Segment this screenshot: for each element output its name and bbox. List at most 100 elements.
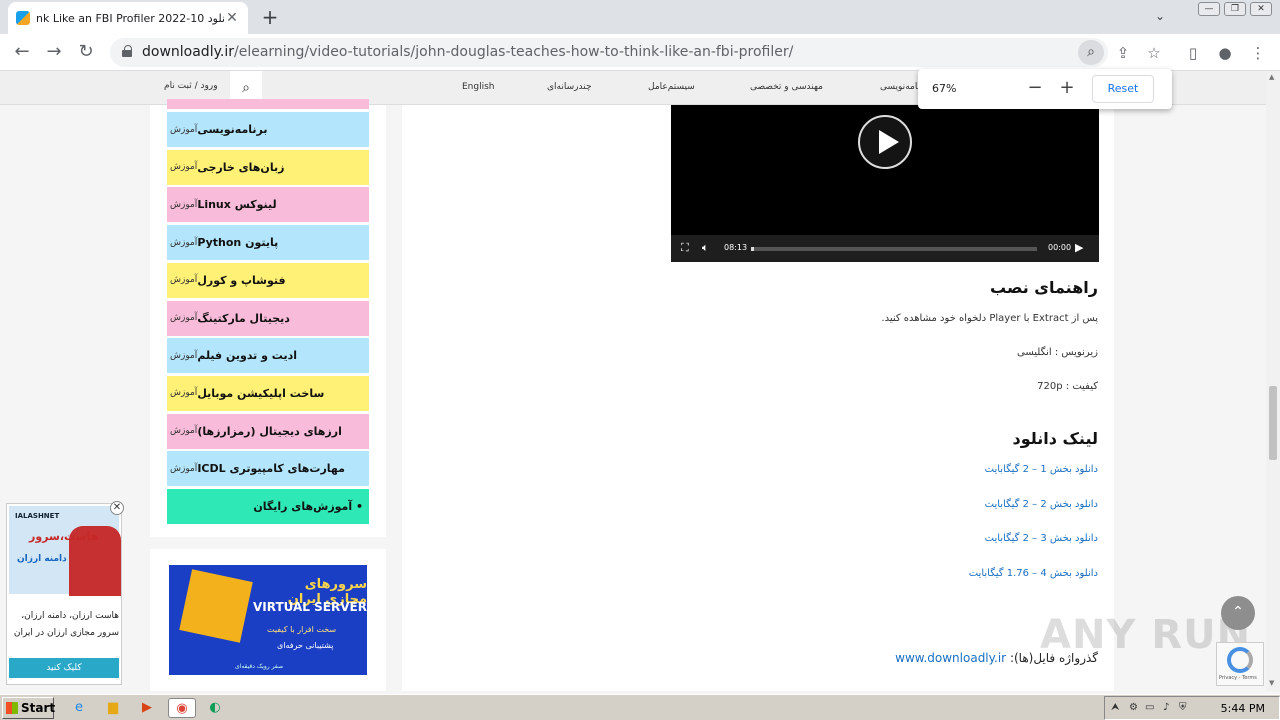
zoom-magnifier-icon[interactable]: ⌕ [1078, 40, 1104, 65]
web-page: ورود / ثبت نام ⌕ English چندرسانه‌ای سیس… [0, 71, 1266, 691]
video-progress-bar[interactable] [751, 247, 1037, 251]
edge-icon[interactable]: ◐ [204, 698, 226, 718]
zoom-reset-button[interactable]: Reset [1092, 75, 1154, 103]
quality-info: کیفیت : 720p [1037, 381, 1098, 392]
address-bar[interactable]: downloadly.ir/elearning/video-tutorials/… [110, 38, 1108, 67]
category-prefix: آموزش [170, 313, 198, 323]
ad-description: هاست ارزان، دامنه ارزان، سرور مجازی ارزا… [13, 611, 119, 638]
category-item[interactable]: آموزش ارزهای دیجیتال (رمزارزها) [167, 413, 369, 449]
tray-network-icon[interactable]: ⚙ [1129, 702, 1138, 713]
download-link-1[interactable]: دانلود بخش 1 – 2 گیگابایت [985, 464, 1098, 475]
category-item[interactable]: آموزش فتوشاپ و کورل [167, 262, 369, 298]
category-item[interactable]: آموزش ساخت اپلیکیشن موبایل [167, 375, 369, 411]
download-link-4[interactable]: دانلود بخش 4 – 1.76 گیگابایت [969, 568, 1098, 579]
category-item[interactable]: آموزش مهارت‌های کامپیوتری ICDL [167, 451, 369, 487]
zoom-in-button[interactable]: + [1054, 76, 1080, 102]
share-icon[interactable]: ⇪ [1112, 42, 1134, 64]
browser-menu-icon[interactable]: ⋮ [1247, 42, 1269, 64]
free-courses-link[interactable]: • آموزش‌های رایگان [167, 489, 369, 524]
recaptcha-terms[interactable]: Privacy - Terms [1219, 675, 1257, 681]
tray-security-icon[interactable]: ⛨ [1179, 702, 1187, 713]
ad-sidebar-box: سرورهای مجازی ایران VIRTUAL SERVER سخت ا… [150, 549, 386, 691]
restore-button[interactable]: ❐ [1224, 2, 1246, 16]
login-register-link[interactable]: ورود / ثبت نام [164, 81, 218, 91]
start-button[interactable]: Start [2, 697, 55, 719]
chrome-icon[interactable]: ◉ [168, 698, 196, 718]
scroll-thumb[interactable] [1269, 386, 1277, 460]
zoom-popup: 67% − + Reset [918, 69, 1172, 109]
category-item[interactable]: آموزش لینوکس Linux [167, 187, 369, 223]
media-player-icon[interactable]: ▶ [136, 698, 158, 718]
download-link-2[interactable]: دانلود بخش 2 – 2 گیگابایت [985, 499, 1098, 510]
category-prefix: آموزش [170, 124, 198, 135]
category-label: ارزهای دیجیتال (رمزارزها) [197, 424, 342, 438]
category-label: پایتون Python [197, 236, 279, 250]
bookmark-star-icon[interactable]: ☆ [1143, 42, 1165, 64]
category-item[interactable] [167, 99, 369, 109]
zoom-out-button[interactable]: − [1022, 76, 1048, 102]
recaptcha-badge[interactable]: Privacy - Terms [1216, 642, 1264, 686]
video-player[interactable]: ⛶ 🔈︎ 08:13 00:00 ▶ [671, 105, 1099, 262]
explorer-folder-icon[interactable]: ▆ [102, 698, 124, 718]
menu-item-multimedia[interactable]: چندرسانه‌ای [547, 82, 592, 92]
category-label: مهارت‌های کامپیوتری ICDL [197, 462, 345, 476]
new-tab-button[interactable]: + [258, 6, 282, 30]
category-prefix: آموزش [170, 388, 198, 399]
floating-ad[interactable]: IALASHNET هاست،سرور دامنه ارزان هاست ارز… [6, 503, 122, 685]
scroll-to-top-icon[interactable]: ⌃ [1221, 596, 1255, 630]
virtual-server-banner[interactable]: سرورهای مجازی ایران VIRTUAL SERVER سخت ا… [169, 565, 367, 675]
lock-icon[interactable] [122, 45, 132, 57]
category-label: ادیت و تدوین فیلم [197, 349, 297, 363]
ad-headline: هاست،سرور [29, 530, 99, 543]
video-controls: ⛶ 🔈︎ 08:13 00:00 ▶ [671, 235, 1099, 262]
tab-search-chevron-icon[interactable]: ⌄ [1150, 9, 1170, 25]
browser-tab[interactable]: nk Like an FBI Profiler 2022-10 دانلود ✕ [8, 2, 248, 34]
windows-taskbar: Start e ▆ ▶ ◉ ◐ ⮝ ⚙ ▭ ♪ ⛨ 5:44 PM [0, 694, 1280, 720]
main-content: ⛶ 🔈︎ 08:13 00:00 ▶ راهنمای نصب پس از Ext… [402, 105, 1114, 691]
password-value-link[interactable]: www.downloadly.ir [895, 651, 1006, 665]
page-scrollbar[interactable]: ▲ ▼ [1266, 71, 1280, 691]
reload-icon[interactable]: ↻ [74, 41, 98, 65]
menu-item-os[interactable]: سیستم‌عامل [648, 82, 695, 92]
ie-icon[interactable]: e [68, 698, 90, 718]
close-tab-icon[interactable]: ✕ [224, 10, 240, 26]
menu-item-english[interactable]: English [462, 82, 495, 92]
category-item[interactable]: آموزش پایتون Python [167, 225, 369, 261]
category-item[interactable]: آموزش برنامه‌نویسی [167, 112, 369, 147]
ad-cta-button[interactable]: کلیک کنید [9, 658, 119, 678]
site-favicon-icon [16, 11, 30, 25]
profile-avatar-icon[interactable]: ● [1214, 42, 1236, 64]
url-text[interactable]: downloadly.ir/elearning/video-tutorials/… [142, 44, 793, 60]
small-play-icon[interactable]: ▶ [1075, 241, 1083, 254]
scroll-down-icon[interactable]: ▼ [1269, 679, 1274, 687]
download-link-3[interactable]: دانلود بخش 3 – 2 گیگابایت [985, 533, 1098, 544]
ad-image: IALASHNET هاست،سرور دامنه ارزان [9, 506, 121, 596]
tab-title: nk Like an FBI Profiler 2022-10 دانلود [36, 11, 224, 25]
video-progress-fill [751, 247, 754, 251]
banner-line: پشتیبانی حرفه‌ای [277, 641, 334, 650]
side-panel-icon[interactable]: ▯ [1182, 42, 1204, 64]
tray-device-icon[interactable]: ▭ [1145, 702, 1154, 713]
category-label: زبان‌های خارجی [197, 160, 285, 174]
play-button[interactable] [858, 115, 912, 169]
recaptcha-logo-icon [1227, 647, 1253, 673]
fullscreen-icon[interactable]: ⛶ [681, 241, 689, 255]
minimize-button[interactable]: — [1198, 2, 1220, 16]
ad-subheadline: دامنه ارزان [17, 554, 67, 564]
category-item[interactable]: آموزش زبان‌های خارجی [167, 149, 369, 185]
ad-close-icon[interactable]: ✕ [110, 501, 124, 515]
category-item[interactable]: آموزش دیجیتال مارکتینگ [167, 300, 369, 336]
forward-arrow-icon[interactable]: → [42, 41, 66, 65]
close-window-button[interactable]: ✕ [1250, 2, 1272, 16]
scroll-up-icon[interactable]: ▲ [1269, 73, 1274, 81]
category-item[interactable]: آموزش ادیت و تدوین فیلم [167, 338, 369, 374]
category-prefix: آموزش [170, 463, 198, 474]
category-prefix: آموزش [170, 237, 198, 248]
banner-line: صفر رویک دقیقه‌ای [235, 663, 284, 670]
volume-icon[interactable]: 🔈︎ [702, 241, 709, 255]
tray-arrow-icon[interactable]: ⮝ [1111, 702, 1120, 713]
back-arrow-icon[interactable]: ← [10, 41, 34, 65]
tray-volume-icon[interactable]: ♪ [1163, 702, 1169, 713]
subtitle-info: زیرنویس : انگلیسی [1016, 347, 1098, 358]
menu-item-engineering[interactable]: مهندسی و تخصصی [750, 82, 823, 92]
